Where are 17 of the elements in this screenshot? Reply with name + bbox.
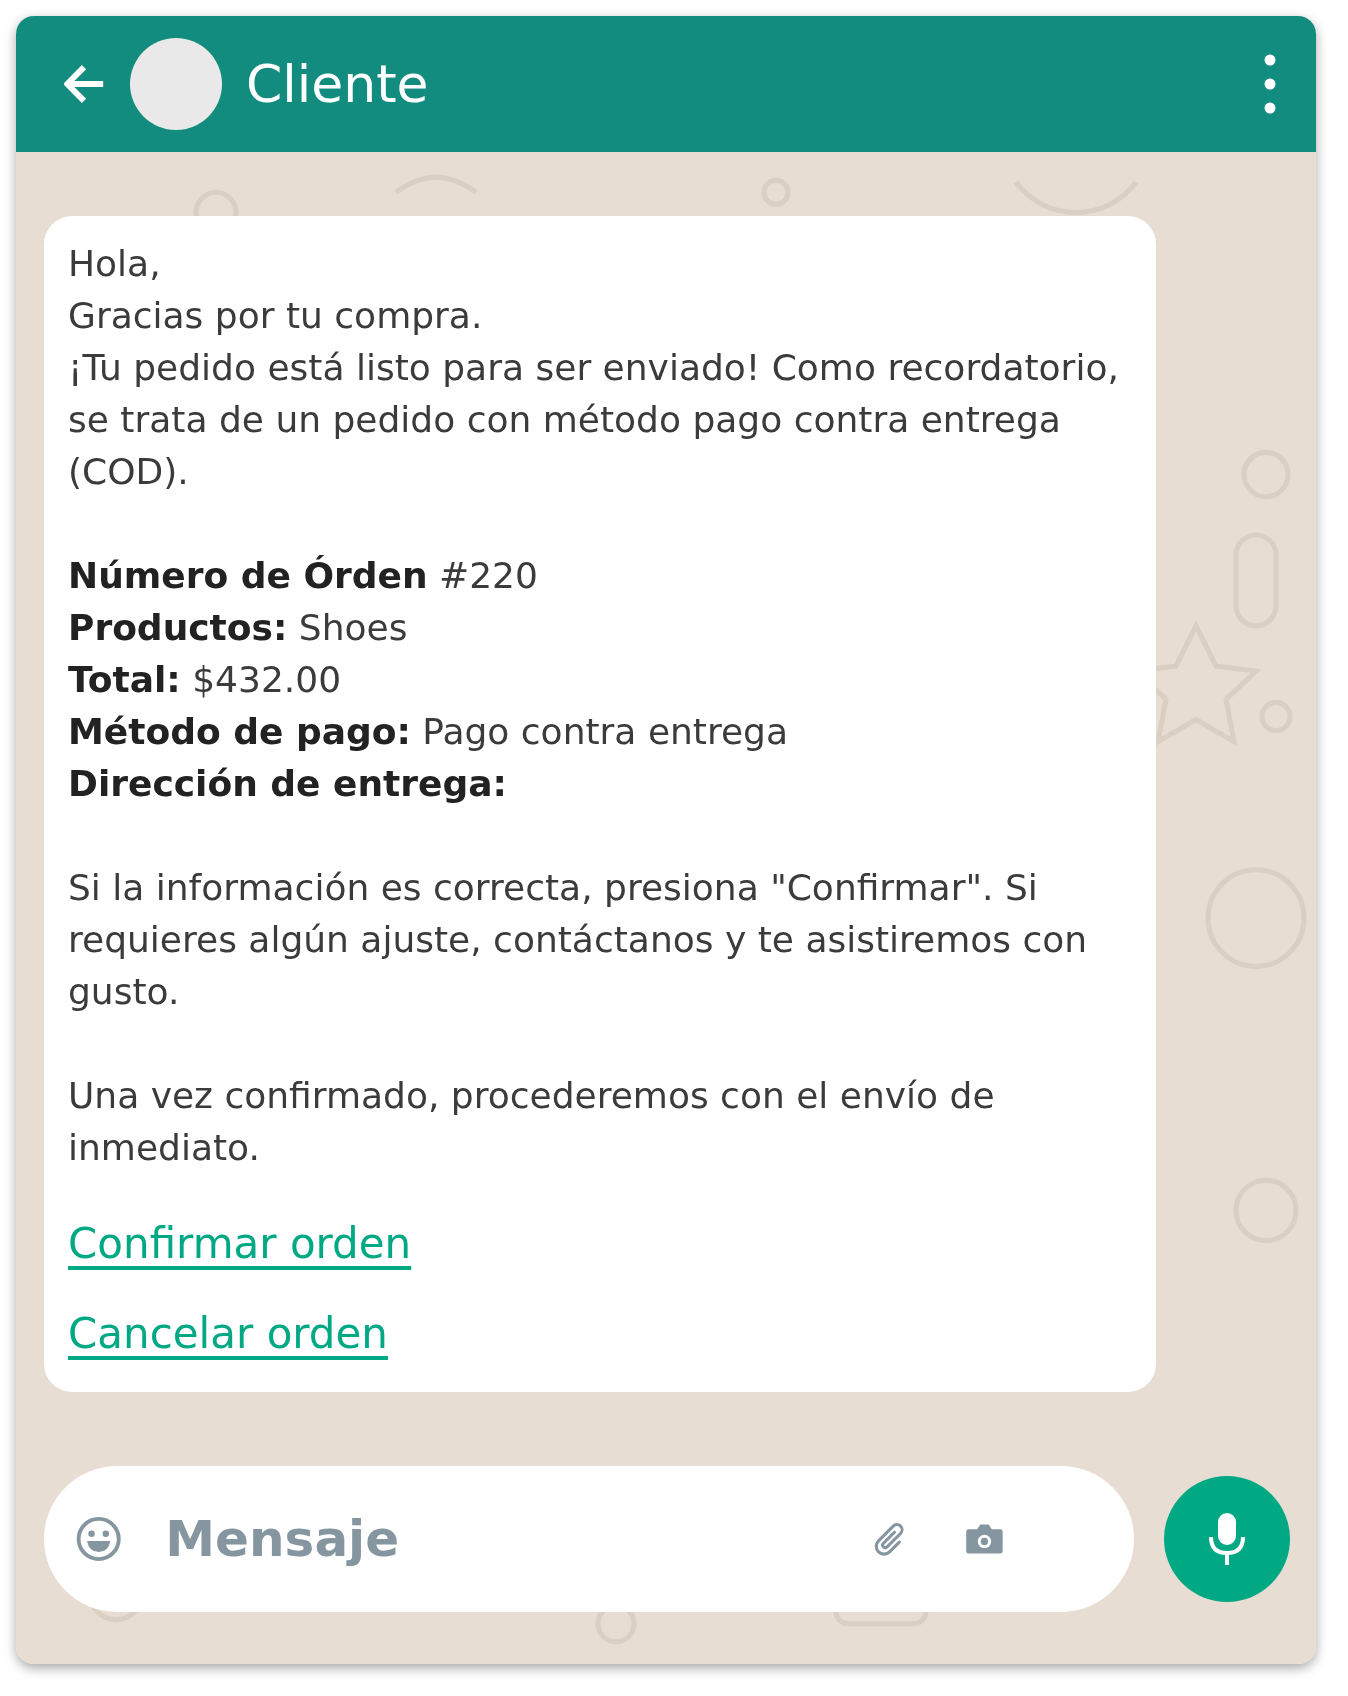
message-text: Hola, [68,242,162,286]
message-text: Método de pago: Pago contra entrega [68,710,790,754]
message-text: Productos: Shoes [68,606,409,650]
message-text: Si la información es correcta, presiona "Confirmar". Si requieres algún ajuste, contáctanos y te asistiremos con gusto. [68,866,1089,1014]
message-text: ¡Tu pedido está listo para ser enviado! Como recordatorio, se trata de un pedido con método pago contra entrega (COD). [68,346,1120,494]
message-text: Total: $432.00 [68,658,343,702]
message-input[interactable]: Mensaje [163,1509,871,1569]
message-text: Dirección de entrega: [68,762,508,806]
menu-icon[interactable] [1264,54,1276,114]
message-field[interactable]: Mensaje [44,1466,1134,1612]
action-link[interactable]: Confirmar orden [68,1219,412,1268]
message-text: Gracias por tu compra. [68,294,484,338]
message-text: Una vez confirmado, procederemos con el envío de inmediato. [68,1074,996,1170]
message-text: Número de Órden #220 [68,554,539,598]
action-link[interactable]: Cancelar orden [68,1309,388,1358]
contact-name[interactable]: Cliente [246,54,1264,114]
microphone-icon [1207,1511,1247,1567]
